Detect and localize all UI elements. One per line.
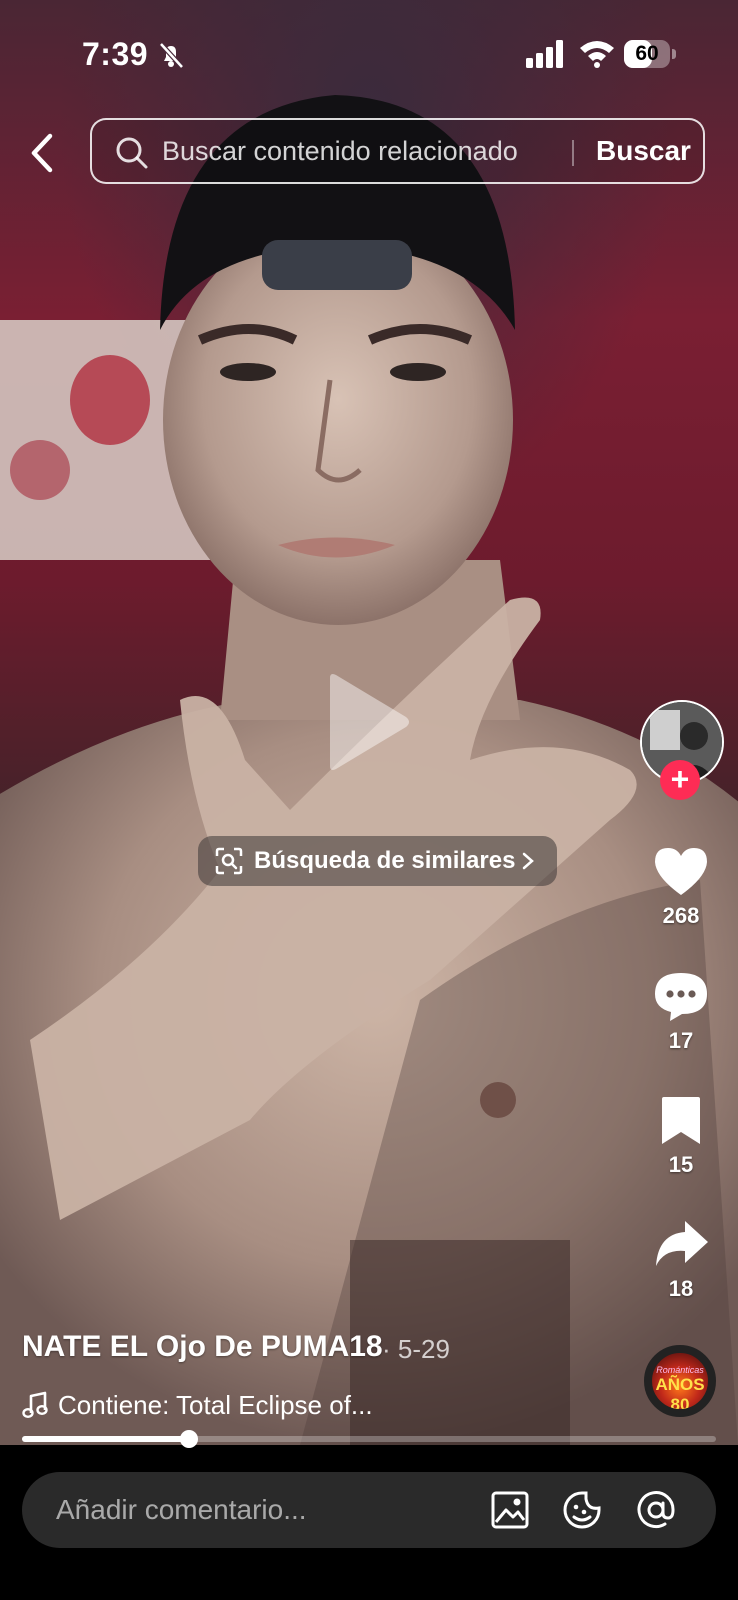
- like-button[interactable]: 268: [636, 845, 726, 929]
- heart-icon: [655, 848, 707, 895]
- comment-input[interactable]: Añadir comentario...: [56, 1494, 307, 1526]
- search-input[interactable]: Buscar contenido relacionado: [162, 136, 518, 167]
- sticker-icon[interactable]: [562, 1490, 602, 1530]
- search-icon: [116, 137, 148, 169]
- visual-search-icon: [215, 847, 243, 875]
- save-button[interactable]: 15: [636, 1094, 726, 1178]
- follow-button[interactable]: +: [660, 760, 700, 800]
- share-icon: [656, 1221, 708, 1266]
- comment-bar[interactable]: Añadir comentario...: [22, 1472, 716, 1548]
- signal-icon: [526, 40, 563, 68]
- video-progress-bar[interactable]: [22, 1430, 716, 1448]
- comment-button[interactable]: 17: [636, 970, 726, 1054]
- share-button[interactable]: 18: [636, 1218, 726, 1302]
- music-title: Contiene: Total Eclipse of...: [58, 1389, 373, 1420]
- bell-slash-icon: [159, 42, 184, 69]
- music-note-icon: [22, 1391, 48, 1419]
- comment-count: 17: [668, 1028, 694, 1053]
- music-disc[interactable]: Románticas AÑOS 80: [644, 1345, 716, 1417]
- search-divider: [572, 140, 574, 166]
- similar-search-label: Búsqueda de similares: [254, 847, 516, 874]
- similar-search-button[interactable]: Búsqueda de similares: [198, 836, 558, 886]
- back-icon[interactable]: [22, 128, 62, 178]
- progress-handle[interactable]: [179, 1430, 198, 1448]
- save-count: 15: [668, 1152, 694, 1177]
- wifi-icon: [580, 41, 614, 68]
- like-count: 268: [662, 903, 700, 928]
- mention-icon[interactable]: [636, 1490, 676, 1530]
- music-disc-title: AÑOS 80: [655, 1375, 705, 1414]
- status-time: 7:39: [82, 36, 149, 72]
- share-count: 18: [668, 1276, 694, 1301]
- progress-fill: [22, 1436, 189, 1442]
- author-name[interactable]: NATE EL Ojo De PUMA18: [22, 1330, 383, 1364]
- music-label[interactable]: Contiene: Total Eclipse of...: [22, 1388, 373, 1422]
- bookmark-icon: [662, 1097, 700, 1144]
- action-rail: + 268 17 15 18 Románticas AÑOS 80: [636, 0, 736, 1445]
- comment-icon: [655, 973, 707, 1021]
- search-bar[interactable]: Buscar contenido relacionado Buscar: [90, 118, 705, 184]
- chevron-right-icon: [523, 852, 535, 870]
- image-icon[interactable]: [490, 1490, 530, 1530]
- status-bar: 7:39 60: [0, 0, 738, 100]
- post-date: · 5-29: [382, 1334, 450, 1364]
- play-icon[interactable]: [326, 672, 410, 772]
- follow-plus-icon: +: [670, 761, 690, 797]
- music-disc-subtitle: Románticas: [656, 1365, 704, 1375]
